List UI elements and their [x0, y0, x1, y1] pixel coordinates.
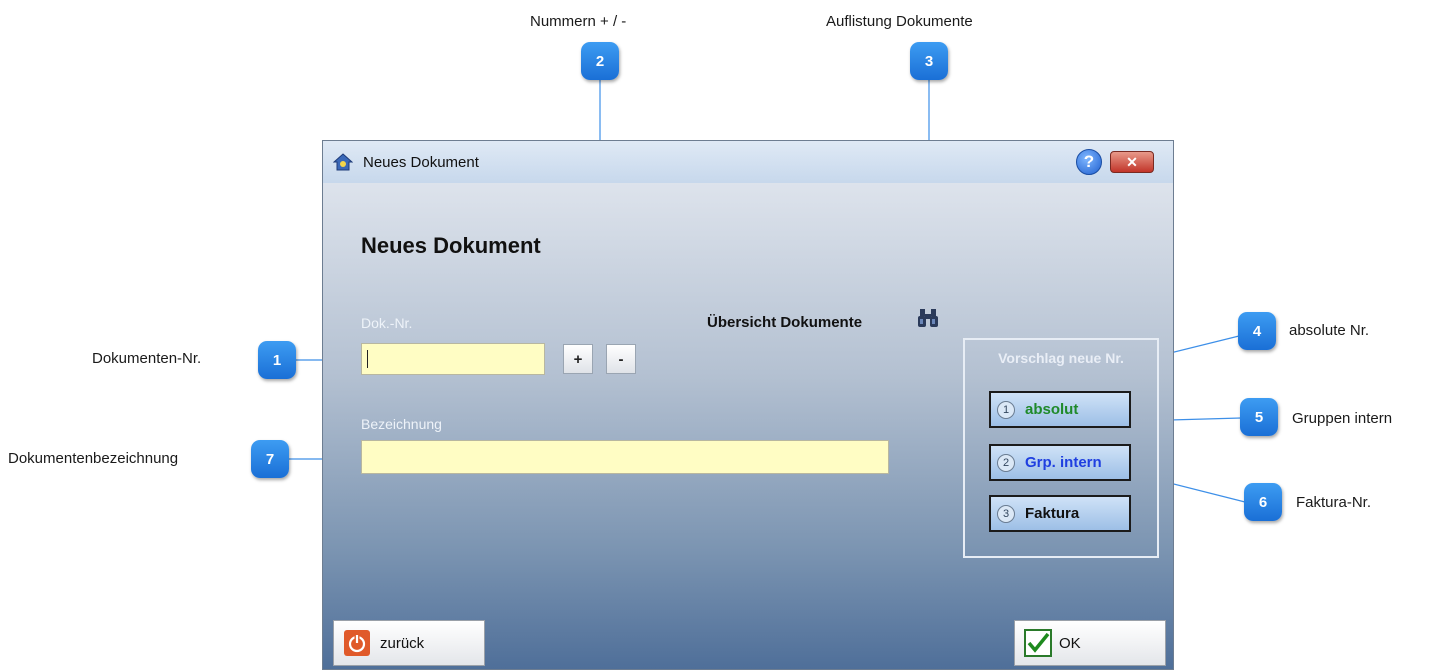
annotation-badge-5: 5 [1240, 398, 1278, 436]
overview-documents-link[interactable]: Übersicht Dokumente [707, 314, 862, 331]
vorschlag-title: Vorschlag neue Nr. [998, 350, 1124, 366]
annotation-label-4: absolute Nr. [1289, 322, 1370, 339]
faktura-label: Faktura [1025, 505, 1080, 522]
faktura-button[interactable]: 3 Faktura [989, 495, 1131, 532]
absolut-button[interactable]: 1 absolut [989, 391, 1131, 428]
annotation-label-3: Auflistung Dokumente [826, 13, 973, 30]
power-icon [344, 630, 370, 656]
dialog-body: Neues Dokument Dok.-Nr. + - Übersicht Do… [323, 183, 1173, 669]
annotation-label-7: Dokumentenbezeichnung [8, 450, 179, 467]
annotation-label-1: Dokumenten-Nr. [92, 350, 202, 367]
number-1-icon: 1 [997, 400, 1015, 419]
number-2-icon: 2 [997, 453, 1015, 472]
vorschlag-group: Vorschlag neue Nr. 1 absolut 2 Grp. inte… [963, 338, 1159, 558]
bezeichnung-input[interactable] [361, 440, 889, 474]
back-button[interactable]: zurück [333, 620, 485, 666]
absolut-label: absolut [1025, 401, 1079, 418]
minus-button[interactable]: - [606, 344, 636, 374]
number-3-icon: 3 [997, 504, 1015, 523]
annotation-label-2: Nummern + / - [530, 13, 627, 30]
annotation-label-5: Gruppen intern [1292, 410, 1393, 427]
bezeichnung-label: Bezeichnung [361, 416, 442, 432]
annotation-badge-4: 4 [1238, 312, 1276, 350]
binoculars-icon[interactable] [917, 308, 939, 328]
annotation-badge-1: 1 [258, 341, 296, 379]
annotation-label-6: Faktura-Nr. [1296, 494, 1372, 511]
ok-button[interactable]: OK [1014, 620, 1166, 666]
annotation-badge-7: 7 [251, 440, 289, 478]
grp-intern-button[interactable]: 2 Grp. intern [989, 444, 1131, 481]
page-title: Neues Dokument [361, 233, 541, 258]
text-cursor [367, 350, 368, 368]
ok-label: OK [1059, 634, 1081, 652]
grp-intern-label: Grp. intern [1025, 454, 1102, 471]
annotation-badge-3: 3 [910, 42, 948, 80]
checkmark-icon [1024, 629, 1052, 657]
app-icon [333, 153, 353, 171]
annotation-badge-2: 2 [581, 42, 619, 80]
doknr-input[interactable] [361, 343, 545, 375]
help-icon[interactable]: ? [1076, 149, 1102, 175]
close-button[interactable]: ✕ [1110, 151, 1154, 173]
dialog-window: Neues Dokument ? ✕ Neues Dokument Dok.-N… [322, 140, 1174, 670]
doknr-label: Dok.-Nr. [361, 315, 413, 331]
annotation-badge-6: 6 [1244, 483, 1282, 521]
window-title: Neues Dokument [363, 154, 479, 171]
plus-button[interactable]: + [563, 344, 593, 374]
title-bar[interactable]: Neues Dokument ? ✕ [323, 141, 1173, 183]
back-label: zurück [380, 634, 425, 652]
